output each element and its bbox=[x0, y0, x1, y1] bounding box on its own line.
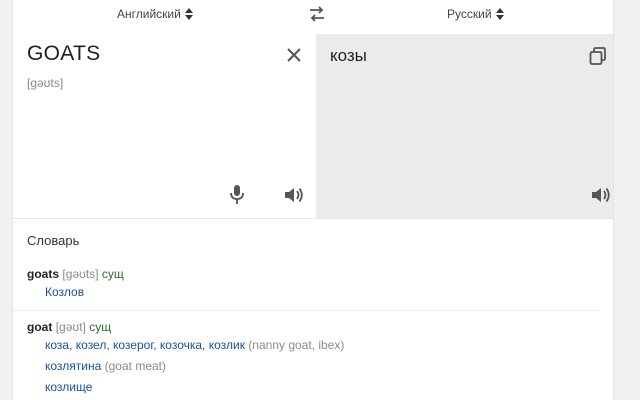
translation-line: коза, козел, козерог, козочка, козлик (n… bbox=[27, 337, 607, 353]
target-language-select[interactable]: Русский bbox=[447, 7, 504, 21]
translation-line: Козлов bbox=[27, 284, 607, 300]
entry-transcription: [ɡəʊts] bbox=[62, 267, 99, 281]
translator-card: Английский Русский GOATS [ɡəʊts] козы Сл… bbox=[12, 0, 614, 400]
dictionary-entry: goats [ɡəʊts] сущ Козлов bbox=[27, 266, 607, 300]
speaker-icon[interactable] bbox=[590, 185, 612, 205]
source-text[interactable]: GOATS bbox=[27, 42, 100, 66]
source-language-label: Английский bbox=[117, 7, 181, 21]
entry-divider bbox=[13, 310, 599, 311]
translation-line: козлище bbox=[27, 379, 607, 395]
entry-word: goat bbox=[27, 320, 53, 334]
close-icon[interactable] bbox=[285, 46, 303, 64]
sort-updown-icon bbox=[495, 8, 504, 20]
dictionary-entry: goat [ɡəʊt] сущ коза, козел, козерог, ко… bbox=[27, 319, 607, 395]
source-transliteration: [ɡəʊts] bbox=[27, 76, 64, 90]
translation-link[interactable]: козлище bbox=[45, 380, 92, 394]
translation-pane: козы bbox=[316, 34, 613, 218]
entry-header: goat [ɡəʊt] сущ bbox=[27, 319, 607, 335]
translation-link[interactable]: коза, козел, козерог, козочка, козлик bbox=[45, 338, 245, 352]
translation-gloss: (goat meat) bbox=[104, 359, 166, 373]
entry-transcription: [ɡəʊt] bbox=[55, 320, 86, 334]
entry-word: goats bbox=[27, 267, 60, 281]
swap-languages-icon[interactable] bbox=[307, 5, 327, 23]
dictionary-title: Словарь bbox=[27, 233, 80, 248]
translation-line: козлятина (goat meat) bbox=[27, 358, 607, 374]
section-divider bbox=[13, 218, 613, 219]
entry-part-of-speech: сущ bbox=[89, 320, 112, 334]
translation-text: козы bbox=[330, 46, 367, 65]
dictionary-section: Словарь goats [ɡəʊts] сущ Козлов goat [ɡ… bbox=[13, 233, 607, 395]
copy-icon[interactable] bbox=[589, 47, 607, 66]
source-text-pane[interactable]: GOATS [ɡəʊts] bbox=[13, 34, 316, 218]
source-language-select[interactable]: Английский bbox=[117, 7, 193, 21]
sort-updown-icon bbox=[184, 8, 193, 20]
speaker-icon[interactable] bbox=[283, 185, 305, 205]
entry-header: goats [ɡəʊts] сущ bbox=[27, 266, 607, 282]
entry-part-of-speech: сущ bbox=[101, 267, 124, 281]
microphone-icon[interactable] bbox=[229, 184, 245, 206]
language-bar: Английский Русский bbox=[13, 0, 613, 30]
translation-link[interactable]: Козлов bbox=[45, 285, 84, 299]
translation-link[interactable]: козлятина bbox=[45, 359, 101, 373]
target-language-label: Русский bbox=[447, 7, 492, 21]
translation-gloss: (nanny goat, ibex) bbox=[248, 338, 345, 352]
